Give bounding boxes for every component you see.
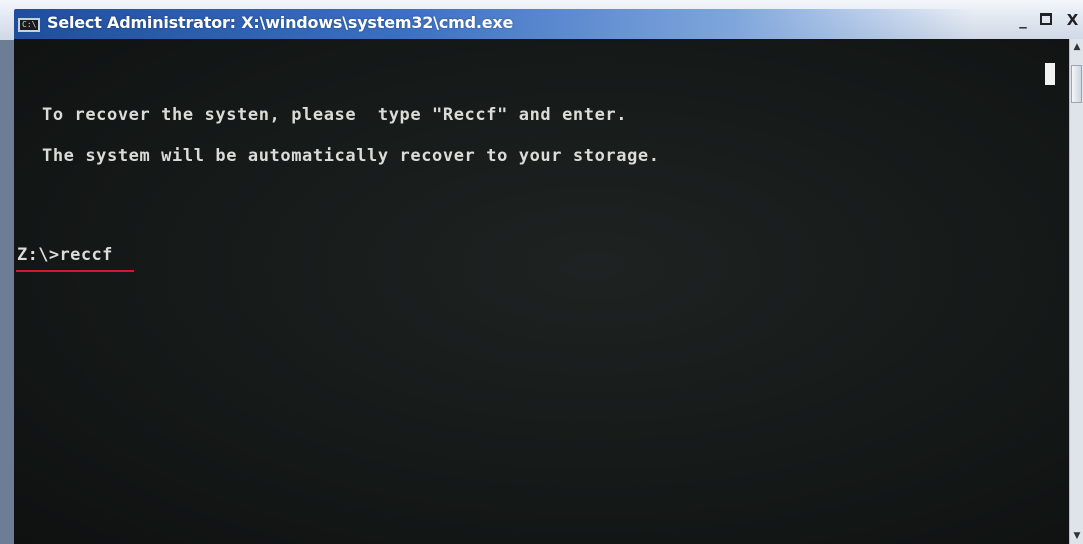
- console-line-recover-info: The system will be automatically recover…: [42, 146, 660, 166]
- vertical-scrollbar[interactable]: ▲ ▼: [1069, 39, 1083, 544]
- minimize-button[interactable]: _: [1014, 10, 1032, 30]
- scroll-position-marker: [1045, 63, 1055, 85]
- command-highlight-underline: [16, 270, 134, 272]
- cmd-icon[interactable]: C:\: [18, 18, 40, 32]
- scroll-up-arrow-icon[interactable]: ▲: [1070, 39, 1083, 55]
- scroll-down-arrow-icon[interactable]: ▼: [1070, 528, 1083, 544]
- maximize-button[interactable]: [1036, 10, 1058, 30]
- command-prompt-row[interactable]: Z:\>reccf: [17, 245, 113, 265]
- title-bar[interactable]: C:\ Select Administrator: X:\windows\sys…: [0, 0, 1083, 40]
- console-area[interactable]: To recover the systen, please type "Recc…: [14, 39, 1069, 544]
- cmd-icon-glyph: C:\: [22, 20, 37, 29]
- cmd-window: C:\ Select Administrator: X:\windows\sys…: [0, 0, 1083, 544]
- command-prompt: Z:\>: [17, 245, 60, 265]
- window-title: Select Administrator: X:\windows\system3…: [47, 13, 514, 32]
- scroll-thumb[interactable]: [1071, 65, 1082, 103]
- console-line-recover-instruction: To recover the systen, please type "Recc…: [42, 105, 628, 125]
- close-button[interactable]: X: [1062, 10, 1083, 30]
- maximize-icon: [1040, 13, 1052, 25]
- command-input-text: reccf: [59, 245, 113, 265]
